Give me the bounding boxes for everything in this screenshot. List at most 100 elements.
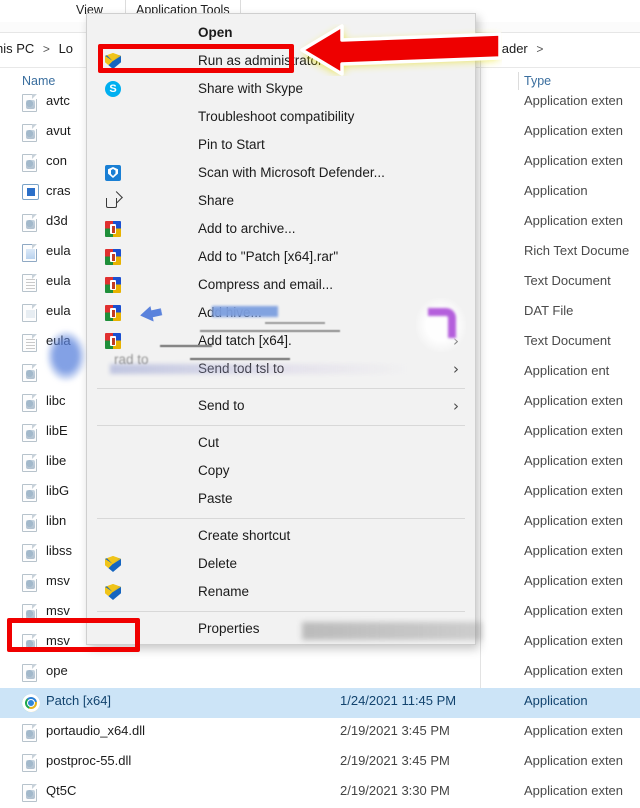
menu-item[interactable]: Compress and email... [87,272,475,300]
dll-file-icon [22,364,38,382]
icon-glyph [22,154,37,172]
menu-item-label: Send tod tsl to [198,361,285,376]
txt-file-icon [22,274,38,292]
file-row[interactable]: postproc-55.dll 2/19/2021 3:45 PM Applicat… [0,748,640,778]
icon-glyph [22,484,37,502]
file-name: libe [46,453,67,468]
menu-separator [97,388,465,389]
menu-item[interactable]: S Share with Skype [87,76,475,104]
menu-item[interactable]: Delete [87,551,475,579]
share-icon [105,193,122,210]
file-type: Application exten [524,93,624,108]
dll-file-icon [22,664,38,682]
file-date: 2/19/2021 3:45 PM [340,723,450,738]
menu-item[interactable]: Add to archive... [87,216,475,244]
file-type: Application exten [524,603,624,618]
menu-item[interactable]: Add tatch [x64]. › [87,328,475,356]
menu-item[interactable]: Properties [87,616,475,644]
dll-file-icon [22,724,38,742]
breadcrumb-separator-icon: > [42,42,50,56]
file-date: 1/24/2021 11:45 PM [340,693,457,708]
file-type: Application exten [524,453,624,468]
file-row[interactable]: portaudio_x64.dll 2/19/2021 3:45 PM Applic… [0,718,640,748]
menu-item-label: Send to [198,398,245,413]
breadcrumb-this-pc[interactable]: his PC [0,41,34,56]
winrar-icon [105,277,122,294]
menu-item[interactable]: Send to › [87,393,475,421]
dll-file-icon [22,124,38,142]
file-type: Application exten [524,393,624,408]
winrar-icon [105,249,122,266]
menu-item[interactable]: Pin to Start [87,132,475,160]
menu-item-label: Add tatch [x64]. [198,333,292,348]
column-header-type[interactable]: Type [524,74,551,88]
icon-glyph [22,334,37,352]
dll-file-icon [22,214,38,232]
dll-file-icon [22,574,38,592]
icon-glyph [105,249,121,265]
txt-file-icon [22,334,38,352]
dll-file-icon [22,394,38,412]
context-menu[interactable]: Open Run as administrator S Share with Skyp… [86,13,476,645]
menu-item-label: Add to "Patch [x64].rar" [198,249,339,264]
menu-item-label: Add to archive... [198,221,296,236]
icon-glyph [22,244,37,262]
menu-item[interactable]: Scan with Microsoft Defender... [87,160,475,188]
menu-item[interactable]: Add hive... [87,300,475,328]
exe-file-icon [22,184,39,202]
patch-app-icon [22,694,40,712]
menu-item-label: Pin to Start [198,137,265,152]
winrar-icon [105,221,122,238]
menu-item-label: Add hive... [198,305,262,320]
file-type: Application exten [524,123,624,138]
icon-glyph [22,364,37,382]
file-row[interactable]: Patch [x64] 1/24/2021 11:45 PM Application [0,688,640,718]
file-row[interactable]: Qt5C 2/19/2021 3:30 PM Application exten [0,778,640,808]
file-name: portaudio_x64.dll [46,723,146,738]
chevron-right-icon: › [453,332,459,350]
file-name: ope [46,663,68,678]
chevron-right-icon: › [453,360,459,378]
menu-separator [97,518,465,519]
file-type: Application exten [524,153,624,168]
icon-glyph [22,664,37,682]
icon-glyph [22,754,37,772]
icon-glyph [22,214,37,232]
menu-item[interactable]: Copy [87,458,475,486]
dll-file-icon [22,454,38,472]
file-name: cras [46,183,71,198]
file-row[interactable]: ope Application exten [0,658,640,688]
menu-item-label: Scan with Microsoft Defender... [198,165,385,180]
breadcrumb-left[interactable]: his PC > Lo [0,41,73,56]
winrar-icon [105,305,122,322]
icon-glyph [22,304,37,322]
menu-item[interactable]: Add to "Patch [x64].rar" [87,244,475,272]
file-name: eula [46,333,71,348]
file-type: Application [524,693,588,708]
screenshot-root: View Application Tools his PC > Lo wnloa… [0,0,640,802]
menu-item[interactable]: Share [87,188,475,216]
menu-item-label: Share with Skype [198,81,304,96]
file-type: Application exten [524,663,624,678]
menu-item[interactable]: Cut [87,430,475,458]
file-type: Application exten [524,513,624,528]
file-name: eula [46,303,71,318]
menu-item[interactable]: Troubleshoot compatibility [87,104,475,132]
column-header-name[interactable]: Name [22,74,55,88]
file-name: libG [46,483,70,498]
icon-glyph [105,165,121,181]
defender-icon [105,165,122,182]
menu-item[interactable]: Paste [87,486,475,514]
breadcrumb-local-disk[interactable]: Lo [59,41,73,56]
red-highlight-box-run-as-administrator [98,44,294,73]
menu-item[interactable]: Create shortcut [87,523,475,551]
menu-item[interactable]: Rename [87,579,475,607]
menu-item[interactable]: Send tod tsl to › [87,356,475,384]
file-type: Application ent [524,363,610,378]
file-name: eula [46,243,71,258]
file-name: con [46,153,67,168]
icon-glyph [22,124,37,142]
file-type: Rich Text Docume [524,243,630,258]
file-name: postproc-55.dll [46,753,132,768]
file-name: libc [46,393,66,408]
